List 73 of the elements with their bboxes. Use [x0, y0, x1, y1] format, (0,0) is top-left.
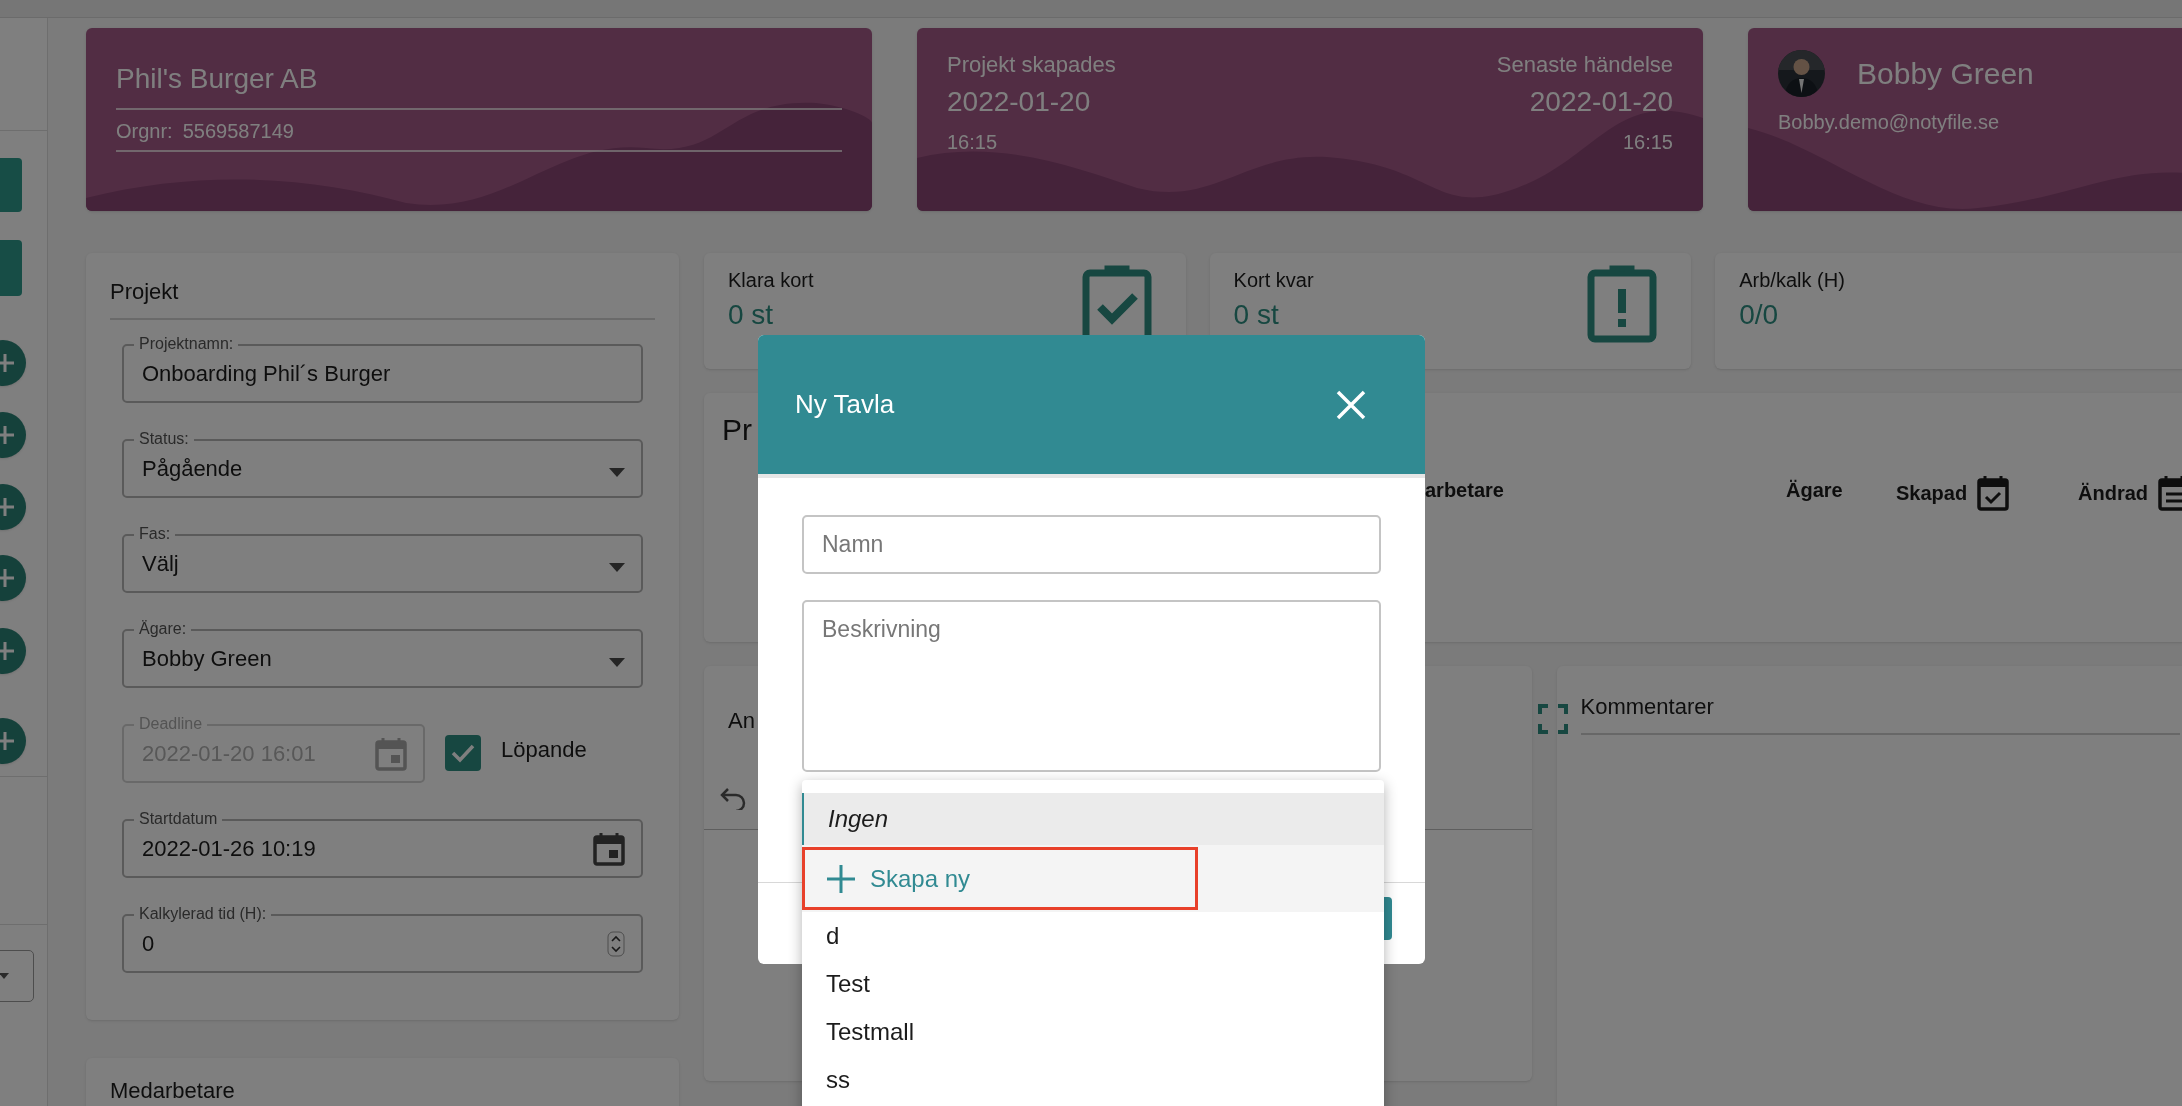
- plus-icon: [826, 863, 856, 894]
- field-value: 0: [142, 930, 156, 958]
- description-field[interactable]: Beskrivning: [802, 600, 1381, 772]
- spinner-icon: [607, 930, 625, 957]
- option-label: d: [826, 921, 840, 951]
- dropdown-option[interactable]: d: [802, 912, 1384, 960]
- option-label: Test: [826, 969, 870, 999]
- column-header[interactable]: Skapad: [1896, 478, 1968, 508]
- stat-label: Arb/kalk (H): [1739, 268, 1845, 293]
- field-value: Bobby Green: [142, 645, 273, 673]
- plus-icon: [0, 352, 16, 374]
- dialog-title: Ny Tavla: [795, 388, 895, 421]
- field-value: 2022-01-26 10:19: [142, 835, 317, 863]
- clipboard-alert-icon: [1587, 265, 1658, 343]
- calendar-icon: [593, 831, 625, 866]
- panel-title: An: [728, 707, 755, 735]
- field-value: Pågående: [142, 455, 244, 483]
- option-label: Ingen: [828, 804, 889, 834]
- dropdown-option[interactable]: Ingen: [802, 793, 1384, 845]
- date-label: Projekt skapades: [947, 51, 1116, 79]
- option-label: Testmall: [826, 1017, 915, 1047]
- panel-title: Kommentarer: [1580, 690, 2180, 735]
- plus-icon: [0, 424, 16, 446]
- plus-icon: [0, 640, 16, 662]
- column-header[interactable]: Ägare: [1786, 475, 1843, 505]
- caret-icon: [609, 563, 625, 572]
- field-label: Projektnamn:: [134, 334, 239, 354]
- calendar-check-icon: [1977, 475, 2010, 511]
- dropdown-option[interactable]: Testmall: [802, 1008, 1384, 1056]
- stat-label: Klara kort: [728, 268, 814, 293]
- date-value: 2022-01-20: [1529, 85, 1673, 119]
- column-header[interactable]: arbetare: [1425, 475, 1504, 505]
- dropdown-option[interactable]: Skapa ny: [802, 845, 1384, 912]
- field-label: Kalkylerad tid (H):: [134, 904, 272, 924]
- caret-icon: [609, 468, 625, 477]
- user-email: Bobby.demo@notyfile.se: [1778, 110, 2000, 135]
- user-name: Bobby Green: [1857, 56, 2034, 92]
- panel-title: Pr: [722, 412, 752, 448]
- panel-title: Medarbetare: [110, 1077, 235, 1105]
- stat-label: Kort kvar: [1233, 268, 1314, 293]
- close-icon[interactable]: [1335, 388, 1367, 421]
- field-value: Välj: [142, 550, 180, 578]
- calendar-icon: [2158, 475, 2182, 511]
- date-label: Senaste händelse: [1496, 51, 1673, 79]
- name-field[interactable]: Namn: [802, 515, 1381, 574]
- stat-value: 0 st: [1233, 299, 1280, 331]
- panel-title: Projekt: [110, 275, 655, 320]
- plus-icon: [0, 567, 16, 589]
- orgnr-label: Orgnr:: [116, 119, 173, 144]
- plus-icon: [0, 496, 16, 518]
- undo-icon[interactable]: [720, 786, 746, 810]
- caret-icon: [0, 973, 9, 979]
- calendar-icon: [375, 736, 407, 771]
- column-header[interactable]: Ändrad: [2078, 478, 2148, 508]
- check-icon: [451, 743, 475, 763]
- sidebar-select[interactable]: [0, 950, 34, 1002]
- dropdown-option[interactable]: ss: [802, 1056, 1384, 1104]
- stat-value: 0 st: [728, 299, 775, 331]
- field-value: Onboarding Phil´s Burger: [142, 360, 392, 388]
- plus-icon: [0, 730, 16, 752]
- expand-icon[interactable]: [1538, 704, 1568, 734]
- date-value: 2022-01-20: [947, 85, 1092, 119]
- caret-icon: [609, 658, 625, 667]
- stat-value: 0/0: [1739, 299, 1780, 331]
- time-value: 16:15: [947, 130, 999, 155]
- dropdown-option[interactable]: Test: [802, 960, 1384, 1008]
- orgnr-value: 5569587149: [182, 119, 294, 144]
- company-name: Phil's Burger AB: [116, 58, 842, 110]
- option-label: Skapa ny: [870, 863, 971, 894]
- option-label: ss: [826, 1065, 850, 1095]
- checkbox-label: Löpande: [501, 736, 587, 764]
- field-label: Ägare:: [134, 619, 192, 639]
- time-value: 16:15: [1622, 130, 1673, 155]
